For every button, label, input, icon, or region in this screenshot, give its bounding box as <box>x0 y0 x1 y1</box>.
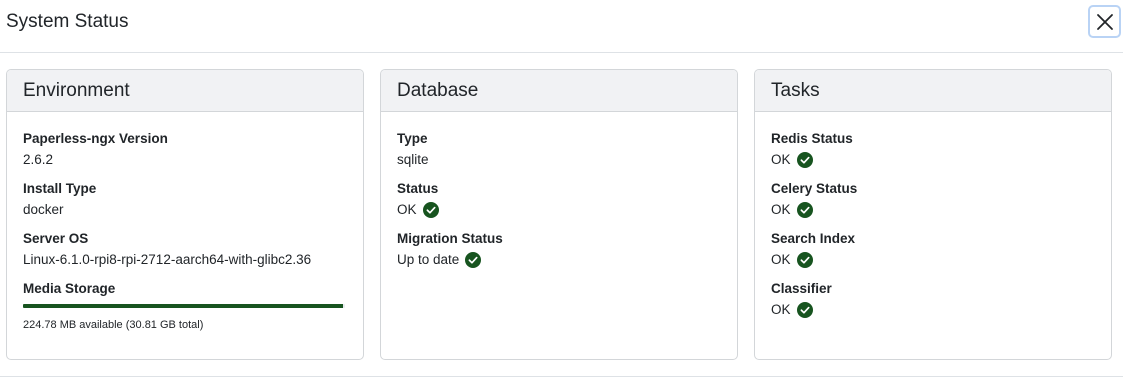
version-field: Paperless-ngx Version 2.6.2 <box>23 130 347 180</box>
search-index-label: Search Index <box>771 231 856 246</box>
install-type-field: Install Type docker <box>23 180 347 230</box>
check-circle-icon[interactable] <box>796 202 813 218</box>
check-circle-icon[interactable] <box>796 252 813 268</box>
media-storage-progress-fill <box>23 304 343 308</box>
search-index-field: Search Index OK <box>771 230 1095 280</box>
server-os-label: Server OS <box>23 231 89 246</box>
close-icon <box>1096 13 1113 30</box>
environment-card: Environment Paperless-ngx Version 2.6.2 … <box>6 69 364 360</box>
check-circle-icon[interactable] <box>465 252 482 268</box>
search-index-value-row: OK <box>771 250 1095 270</box>
check-circle-icon[interactable] <box>796 302 813 318</box>
classifier-field: Classifier OK <box>771 280 1095 330</box>
media-storage-field: Media Storage 224.78 MB available (30.81… <box>23 280 347 331</box>
check-circle-icon[interactable] <box>796 152 813 168</box>
modal-header: System Status <box>0 0 1123 53</box>
database-card-body: Type sqlite Status OK Migration Status U… <box>381 112 737 280</box>
install-type-value: docker <box>23 202 64 217</box>
media-storage-label: Media Storage <box>23 281 116 296</box>
tasks-title: Tasks <box>771 80 820 101</box>
install-type-label: Install Type <box>23 181 97 196</box>
media-storage-text: 224.78 MB available (30.81 GB total) <box>23 319 204 331</box>
redis-status-field: Redis Status OK <box>771 130 1095 180</box>
celery-status-value: OK <box>771 202 791 217</box>
db-migration-field: Migration Status Up to date <box>397 230 721 280</box>
check-circle-icon[interactable] <box>422 202 439 218</box>
classifier-value: OK <box>771 302 791 317</box>
celery-status-label: Celery Status <box>771 181 858 196</box>
tasks-card: Tasks Redis Status OK Celery Status OK S… <box>754 69 1112 360</box>
classifier-value-row: OK <box>771 300 1095 320</box>
celery-status-value-row: OK <box>771 200 1095 220</box>
environment-card-body: Paperless-ngx Version 2.6.2 Install Type… <box>7 112 363 331</box>
system-status-modal: System Status Environment Paperless-ngx … <box>0 0 1123 383</box>
modal-title: System Status <box>6 11 129 32</box>
classifier-label: Classifier <box>771 281 832 296</box>
db-status-field: Status OK <box>397 180 721 230</box>
tasks-card-header: Tasks <box>755 70 1111 112</box>
database-card: Database Type sqlite Status OK Migration… <box>380 69 738 360</box>
database-card-header: Database <box>381 70 737 112</box>
server-os-field: Server OS Linux-6.1.0-rpi8-rpi-2712-aarc… <box>23 230 347 280</box>
close-button[interactable] <box>1088 5 1121 38</box>
tasks-card-body: Redis Status OK Celery Status OK Search … <box>755 112 1111 330</box>
db-migration-value-row: Up to date <box>397 250 721 270</box>
server-os-value: Linux-6.1.0-rpi8-rpi-2712-aarch64-with-g… <box>23 252 312 267</box>
db-status-label: Status <box>397 181 439 196</box>
version-value: 2.6.2 <box>23 152 54 167</box>
modal-footer-divider <box>0 376 1123 377</box>
media-storage-progress-bar <box>23 304 345 308</box>
db-migration-label: Migration Status <box>397 231 503 246</box>
redis-status-label: Redis Status <box>771 131 853 146</box>
redis-status-value: OK <box>771 152 791 167</box>
environment-card-header: Environment <box>7 70 363 112</box>
database-title: Database <box>397 80 479 101</box>
environment-title: Environment <box>23 80 130 101</box>
db-type-value: sqlite <box>397 152 429 167</box>
db-migration-value: Up to date <box>397 252 460 267</box>
db-status-value-row: OK <box>397 200 721 220</box>
search-index-value: OK <box>771 252 791 267</box>
db-status-value: OK <box>397 202 417 217</box>
version-label: Paperless-ngx Version <box>23 131 168 146</box>
celery-status-field: Celery Status OK <box>771 180 1095 230</box>
redis-status-value-row: OK <box>771 150 1095 170</box>
db-type-field: Type sqlite <box>397 130 721 180</box>
db-type-label: Type <box>397 131 428 146</box>
